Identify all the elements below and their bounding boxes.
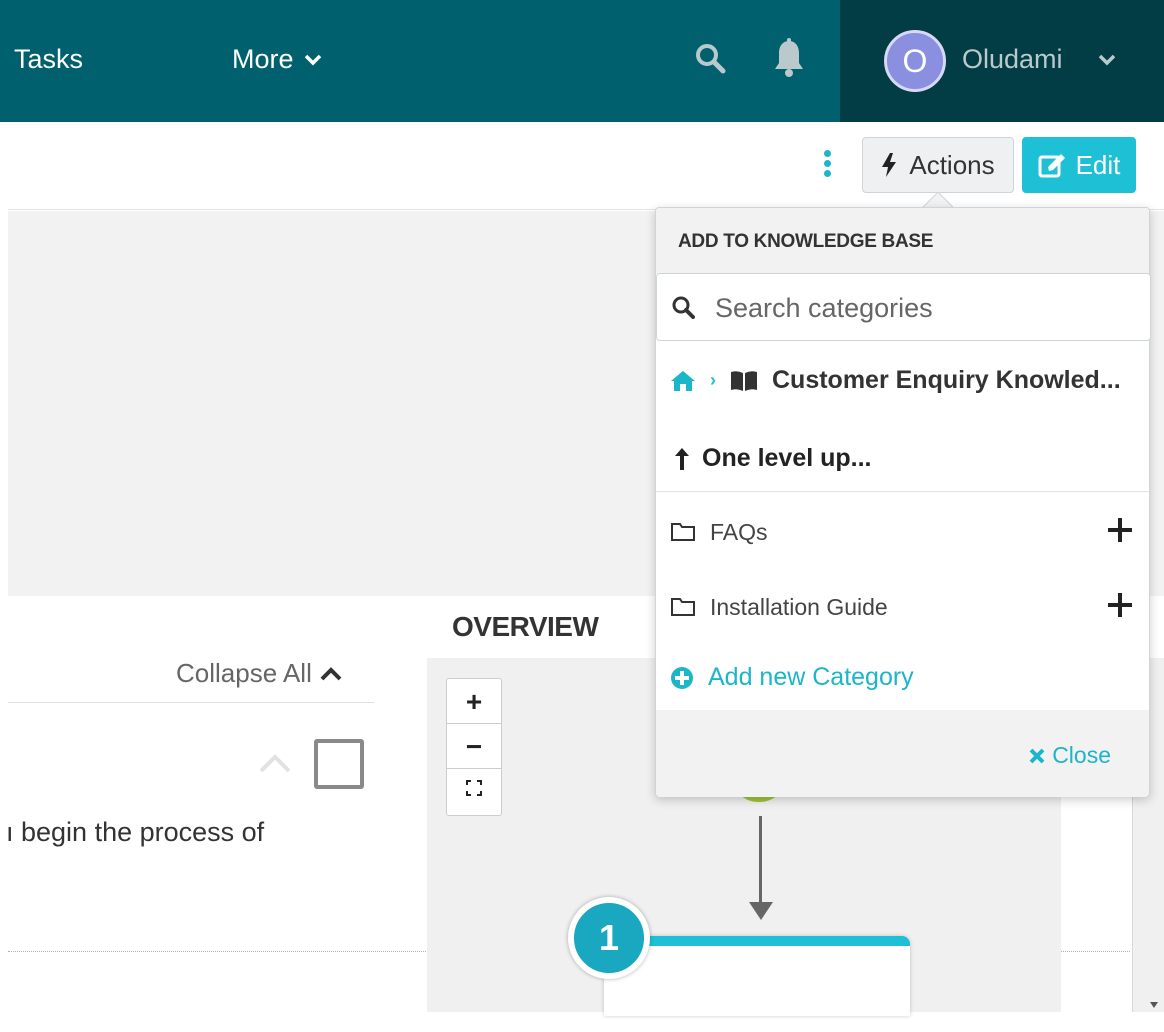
plus-icon[interactable] bbox=[1106, 591, 1134, 619]
breadcrumb-separator-icon: › bbox=[710, 370, 716, 390]
close-button[interactable]: Close bbox=[1028, 742, 1111, 769]
plus-icon[interactable] bbox=[1106, 516, 1134, 544]
breadcrumb: › Customer Enquiry Knowled... bbox=[670, 366, 1121, 395]
add-category-label: Add new Category bbox=[708, 663, 914, 691]
zoom-controls: + − bbox=[446, 678, 502, 816]
search-icon bbox=[672, 296, 695, 319]
close-icon bbox=[1029, 748, 1045, 763]
divider bbox=[8, 702, 374, 703]
folder-icon bbox=[671, 523, 695, 541]
category-search bbox=[656, 273, 1151, 341]
edit-button[interactable]: Edit bbox=[1022, 137, 1136, 193]
nav-more-menu[interactable]: More bbox=[232, 44, 322, 75]
chevron-up-icon[interactable] bbox=[258, 752, 292, 774]
search-icon[interactable] bbox=[694, 42, 726, 74]
chevron-down-icon bbox=[1098, 54, 1116, 66]
breadcrumb-current[interactable]: Customer Enquiry Knowled... bbox=[772, 366, 1121, 395]
knowledge-base-dropdown: ADD TO KNOWLEDGE BASE › Customer Enquiry… bbox=[655, 207, 1151, 797]
page: Tasks More O Oludami Actions Edit Collap… bbox=[0, 0, 1164, 1032]
edit-button-label: Edit bbox=[1075, 149, 1121, 180]
more-options-icon[interactable] bbox=[820, 150, 834, 186]
user-name: Oludami bbox=[962, 44, 1063, 74]
step-checkbox[interactable] bbox=[314, 739, 364, 789]
bolt-icon bbox=[882, 153, 897, 177]
close-label: Close bbox=[1052, 742, 1111, 768]
dropdown-footer: Close bbox=[656, 710, 1149, 797]
dropdown-header: ADD TO KNOWLEDGE BASE bbox=[656, 208, 1149, 274]
user-menu[interactable]: O Oludami bbox=[840, 0, 1164, 122]
zoom-out-button[interactable]: − bbox=[447, 724, 501, 769]
dropdown-header-title: ADD TO KNOWLEDGE BASE bbox=[678, 231, 934, 252]
top-nav: Tasks More O Oludami bbox=[0, 0, 1164, 122]
avatar: O bbox=[884, 30, 946, 92]
chevron-down-icon bbox=[304, 54, 321, 65]
actions-button[interactable]: Actions bbox=[862, 137, 1014, 193]
bell-icon[interactable] bbox=[772, 38, 806, 78]
actions-button-label: Actions bbox=[909, 149, 995, 180]
category-label: FAQs bbox=[710, 518, 768, 545]
divider bbox=[656, 491, 1149, 492]
left-edge bbox=[0, 122, 8, 1032]
expand-icon bbox=[466, 780, 482, 796]
level-up-label: One level up... bbox=[702, 444, 872, 472]
record-toolbar: Actions Edit bbox=[0, 122, 1164, 210]
plus-circle-icon bbox=[671, 666, 693, 689]
search-categories-input[interactable] bbox=[715, 286, 1135, 330]
folder-icon bbox=[671, 598, 695, 616]
one-level-up-button[interactable]: One level up... bbox=[674, 444, 872, 473]
zoom-in-button[interactable]: + bbox=[447, 679, 501, 724]
collapse-all-button[interactable]: Collapse All bbox=[176, 658, 342, 689]
step-number-badge: 1 bbox=[568, 897, 650, 979]
home-icon[interactable] bbox=[670, 370, 696, 392]
book-icon bbox=[731, 370, 757, 391]
edit-icon bbox=[1038, 154, 1065, 178]
add-new-category-button[interactable]: Add new Category bbox=[670, 663, 914, 692]
scroll-down-icon[interactable] bbox=[1150, 1002, 1158, 1008]
step-description: ı begin the process of bbox=[6, 817, 265, 847]
flow-connector bbox=[759, 816, 762, 902]
collapse-all-label: Collapse All bbox=[176, 658, 312, 688]
step-card[interactable] bbox=[604, 936, 910, 1016]
category-label: Installation Guide bbox=[710, 593, 888, 620]
arrow-head-icon bbox=[749, 902, 773, 920]
nav-more-label: More bbox=[232, 44, 294, 74]
fit-screen-button[interactable] bbox=[447, 769, 501, 814]
chevron-up-icon bbox=[320, 666, 342, 680]
overview-title: OVERVIEW bbox=[452, 611, 599, 642]
nav-tasks-link[interactable]: Tasks bbox=[14, 44, 83, 75]
category-item-faqs[interactable]: FAQs bbox=[670, 512, 1138, 552]
category-item-installation-guide[interactable]: Installation Guide bbox=[670, 587, 1138, 627]
level-up-icon bbox=[675, 447, 689, 470]
